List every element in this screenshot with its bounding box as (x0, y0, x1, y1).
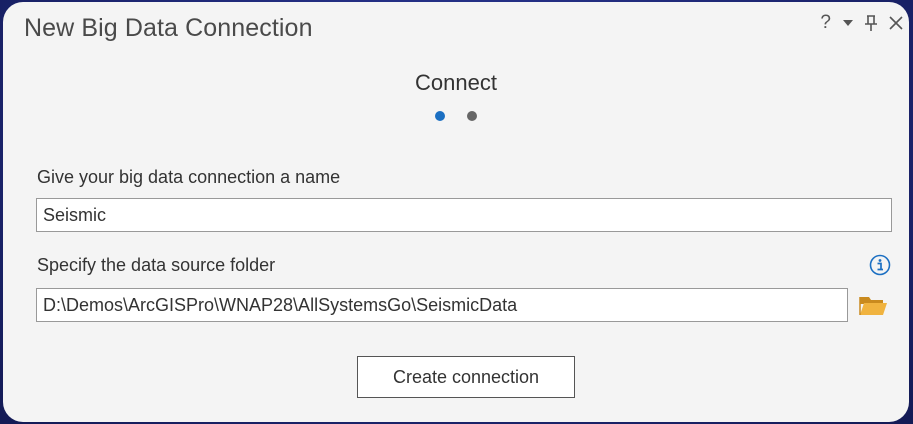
dialog-title: New Big Data Connection (24, 14, 313, 42)
connection-name-label: Give your big data connection a name (37, 167, 341, 187)
step-indicator (3, 111, 909, 121)
help-button[interactable]: ? (820, 12, 831, 34)
data-source-folder-label: Specify the data source folder (37, 255, 276, 275)
pin-icon[interactable] (865, 15, 877, 31)
create-connection-button[interactable]: Create connection (357, 356, 575, 398)
step-title: Connect (415, 70, 497, 95)
options-dropdown-icon[interactable] (843, 19, 853, 27)
title-bar-controls: ? (820, 12, 903, 34)
folder-open-icon[interactable] (858, 293, 888, 317)
close-icon[interactable] (889, 16, 903, 30)
data-source-folder-input[interactable] (36, 288, 848, 322)
connection-name-input[interactable] (36, 198, 892, 232)
big-data-connection-dialog: New Big Data Connection ? Connect Give y… (3, 2, 909, 422)
step-dot-active (435, 111, 445, 121)
step-dot-inactive (467, 111, 477, 121)
info-icon[interactable] (869, 254, 891, 276)
